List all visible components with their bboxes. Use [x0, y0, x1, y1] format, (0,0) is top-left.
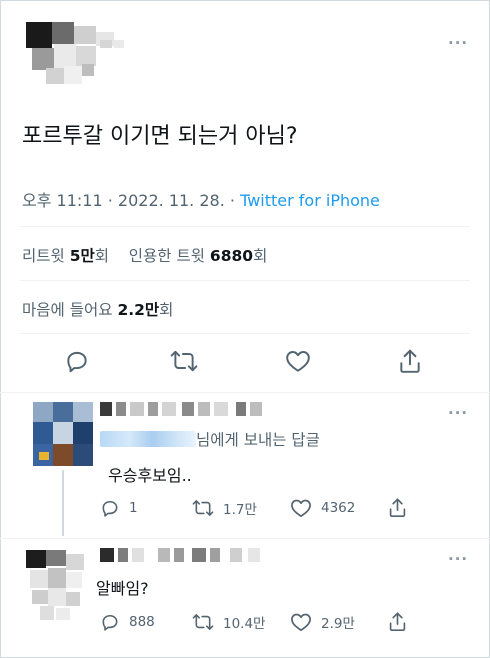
share-button[interactable] [398, 348, 422, 374]
share-icon [389, 612, 406, 631]
quotes-count: 6880 [209, 247, 254, 265]
author-avatar[interactable] [22, 18, 122, 94]
replying-suffix: 님에게 보내는 답글 [196, 431, 320, 449]
reply-avatar[interactable] [22, 546, 98, 626]
tweet-date[interactable]: 2022. 11. 28. [118, 191, 225, 210]
retweet-stats: 리트윗 5만회 인용한 트윗 6880회 [22, 244, 267, 266]
reply-icon [102, 500, 118, 517]
retweet-icon [170, 350, 198, 372]
meta-separator: · [107, 191, 113, 210]
like-icon [291, 499, 311, 518]
tweet-text: 포르투갈 이기면 되는거 아님? [22, 124, 298, 149]
quotes-stat[interactable]: 인용한 트윗 6880회 [129, 247, 268, 265]
section-separator [0, 538, 490, 539]
reply-avatar[interactable] [33, 402, 93, 466]
share-icon [400, 349, 420, 373]
tweet-source[interactable]: Twitter for iPhone [240, 191, 380, 210]
reply-retweet-button[interactable]: 10.4만 [192, 612, 265, 632]
reply-reply-button[interactable]: 888 [100, 612, 155, 632]
like-button[interactable] [285, 349, 311, 373]
share-icon [389, 498, 406, 517]
reply-icon [67, 351, 87, 373]
retweets-count: 5만 [69, 247, 95, 265]
like-icon [286, 351, 310, 372]
reply-text: 우승후보임.. [108, 466, 192, 485]
mention-link[interactable] [100, 431, 196, 447]
like-count: 2.9만 [321, 616, 355, 632]
divider [20, 226, 470, 227]
replying-to: 님에게 보내는 답글 [100, 428, 320, 450]
reply-more-icon[interactable]: ··· [448, 550, 468, 568]
reply-like-button[interactable]: 2.9만 [290, 612, 355, 632]
author-name[interactable] [100, 40, 140, 50]
meta-separator: · [229, 191, 235, 210]
retweet-button[interactable] [170, 348, 198, 374]
likes-count: 2.2만 [117, 301, 160, 319]
section-separator [0, 392, 490, 393]
retweet-icon [192, 614, 214, 630]
divider [20, 280, 470, 281]
reply-author-name[interactable] [100, 548, 270, 562]
like-count: 4362 [321, 500, 356, 516]
reply-button[interactable] [64, 348, 90, 374]
retweets-stat[interactable]: 리트윗 5만회 [22, 247, 109, 265]
reply-share-button[interactable] [388, 611, 416, 632]
tweet-time[interactable]: 오후 11:11 [22, 191, 103, 210]
divider [20, 333, 470, 334]
reply-more-icon[interactable]: ··· [448, 404, 468, 422]
reply-author-name[interactable] [100, 402, 270, 416]
reply-text: 알빠임? [96, 579, 149, 598]
more-icon[interactable]: ··· [448, 34, 468, 52]
thread-line [62, 470, 64, 536]
reply-reply-button[interactable]: 1 [100, 498, 138, 518]
likes-stat[interactable]: 마음에 들어요 2.2만회 [22, 298, 173, 320]
reply-retweet-button[interactable]: 1.7만 [192, 498, 257, 518]
reply-count: 1 [129, 500, 138, 516]
retweet-count: 1.7만 [223, 502, 257, 518]
like-icon [291, 613, 311, 632]
reply-like-button[interactable]: 4362 [290, 498, 355, 518]
tweet-meta: 오후 11:11 · 2022. 11. 28. · Twitter for i… [22, 187, 380, 211]
retweet-icon [192, 500, 214, 516]
retweet-count: 10.4만 [223, 616, 266, 632]
reply-icon [102, 614, 118, 631]
reply-share-button[interactable] [388, 497, 416, 518]
reply-count: 888 [129, 614, 155, 630]
